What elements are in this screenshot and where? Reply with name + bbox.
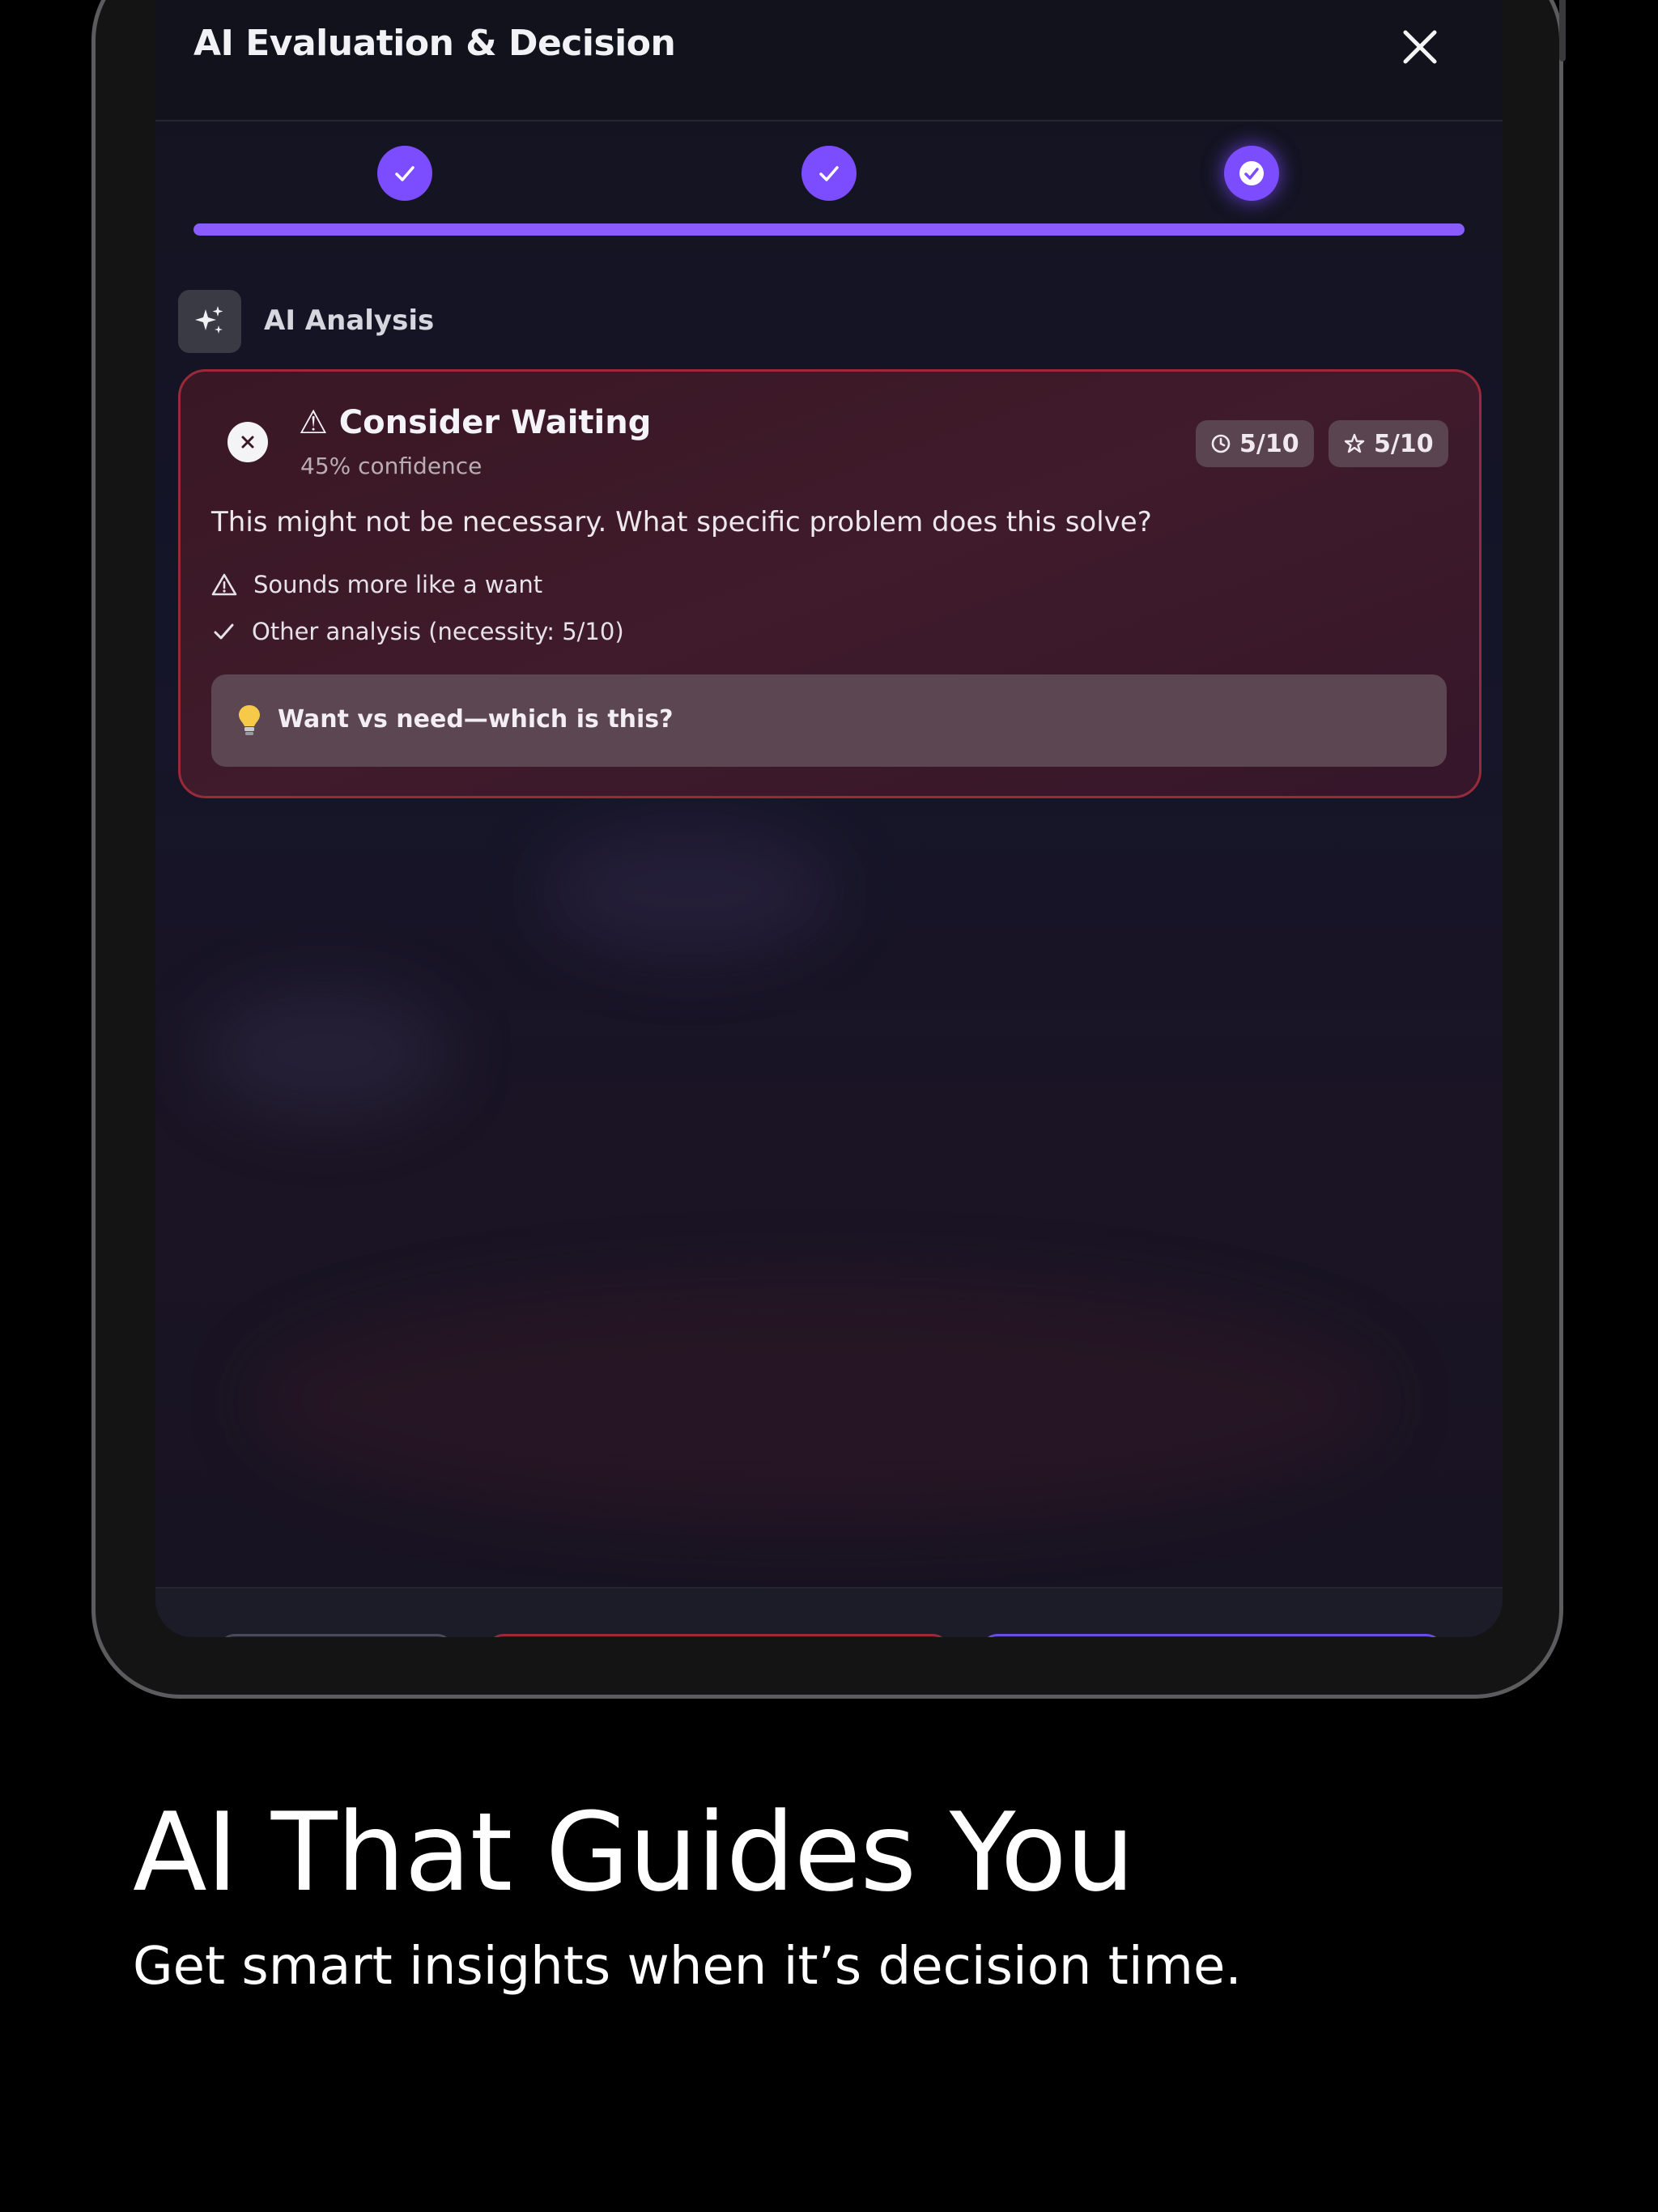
background-glow (204, 988, 447, 1117)
step-progress-fill (193, 223, 1465, 236)
marketing-subline: Get smart insights when it’s decision ti… (133, 1937, 1242, 1997)
close-button[interactable] (1397, 24, 1443, 70)
check-icon (214, 623, 234, 640)
skip-action-button[interactable] (487, 1634, 949, 1637)
check-icon (819, 166, 839, 181)
verdict-title: ⚠ Consider Waiting (299, 404, 652, 441)
lightbulb-icon (239, 705, 260, 735)
x-mark-icon (241, 436, 254, 449)
confidence-label: 45% confidence (300, 453, 483, 479)
tip-box: Want vs need—which is this? (211, 674, 1447, 767)
analysis-section-label: AI Analysis (264, 304, 435, 337)
dismiss-icon (227, 422, 268, 462)
step-3-active[interactable] (1224, 146, 1279, 201)
close-icon (1403, 30, 1437, 64)
value-score-chip: 5/10 (1329, 420, 1448, 467)
action-bar (155, 1587, 1503, 1637)
analysis-point: Sounds more like a want (211, 571, 542, 598)
step-progress-bar (193, 223, 1465, 236)
verdict-card: ⚠ Consider Waiting 45% confidence 5/10 5… (178, 369, 1482, 798)
warning-icon (211, 573, 237, 596)
device-side-button (1559, 0, 1566, 62)
marketing-headline: AI That Guides You (133, 1789, 1135, 1916)
buy-action-button[interactable] (981, 1634, 1443, 1637)
sparkles-icon (195, 306, 223, 334)
modal-header: AI Evaluation & Decision (155, 0, 1503, 121)
tip-text: Want vs need—which is this? (278, 705, 674, 734)
step-2-complete[interactable] (801, 146, 857, 201)
urgency-score-chip: 5/10 (1196, 420, 1314, 467)
analysis-point-text: Sounds more like a want (253, 571, 543, 598)
star-icon (1344, 433, 1365, 453)
app-screen: AI Evaluation & Decision AI Analysis ⚠ C… (155, 0, 1503, 1637)
analysis-icon-badge (178, 290, 241, 353)
urgency-score: 5/10 (1239, 429, 1299, 458)
background-glow (253, 1279, 1386, 1522)
check-circle-icon (1239, 161, 1264, 185)
analysis-point: Other analysis (necessity: 5/10) (211, 618, 624, 645)
secondary-action-button[interactable] (219, 1634, 453, 1637)
background-glow (544, 826, 835, 955)
analysis-point-text: Other analysis (necessity: 5/10) (252, 618, 624, 645)
value-score: 5/10 (1374, 429, 1434, 458)
step-1-complete[interactable] (377, 146, 432, 201)
verdict-question: This might not be necessary. What specif… (211, 506, 1152, 538)
modal-title: AI Evaluation & Decision (193, 23, 676, 64)
check-icon (395, 166, 414, 181)
clock-icon (1211, 434, 1231, 453)
